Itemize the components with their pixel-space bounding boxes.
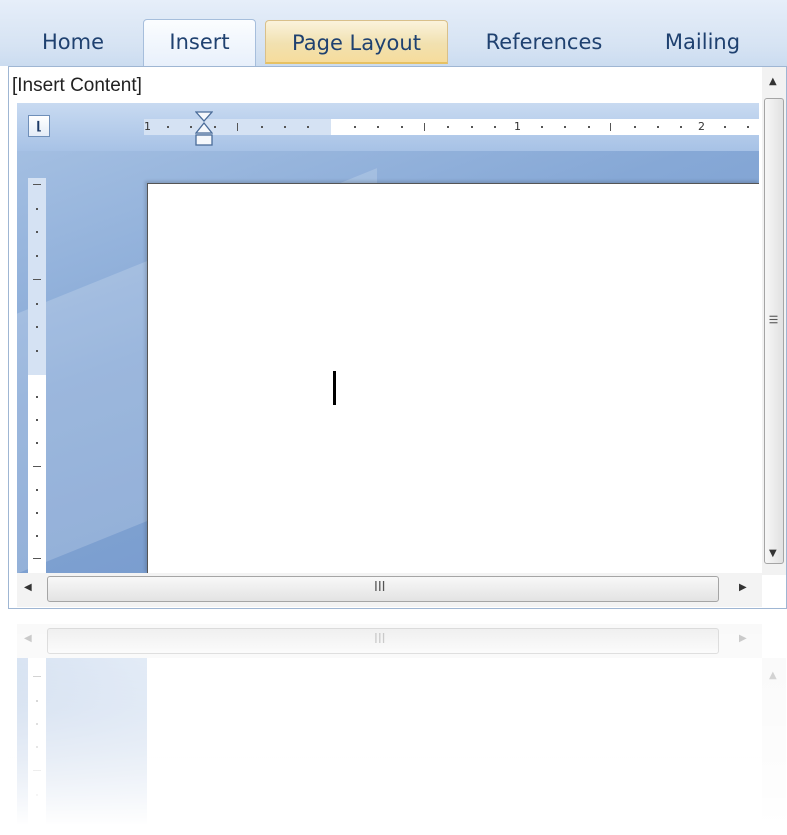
tab-page-layout[interactable]: Page Layout bbox=[265, 20, 448, 64]
tab-references[interactable]: References bbox=[464, 20, 624, 64]
ruler-tick bbox=[377, 126, 379, 128]
ruler-tick bbox=[36, 535, 38, 537]
ruler-tick bbox=[36, 512, 38, 514]
ruler-tick bbox=[634, 126, 636, 128]
ruler-tick bbox=[610, 123, 611, 131]
tab-mailing[interactable]: Mailing bbox=[640, 20, 765, 64]
ruler-tick bbox=[36, 396, 38, 398]
horizontal-ruler[interactable]: 1 1 2 bbox=[144, 119, 759, 135]
ribbon-tab-bar: Home Insert Page Layout References Maili… bbox=[0, 0, 787, 66]
ruler-tick bbox=[724, 126, 726, 128]
horizontal-scroll-thumb[interactable]: III bbox=[47, 576, 719, 602]
ruler-tick bbox=[36, 231, 38, 233]
ruler-tick bbox=[307, 126, 309, 128]
ruler-tick bbox=[33, 558, 41, 559]
document-page[interactable] bbox=[147, 183, 759, 573]
scroll-grip-icon: III bbox=[766, 314, 780, 325]
ruler-tick bbox=[354, 126, 356, 128]
ruler-tick bbox=[284, 126, 286, 128]
ruler-tick bbox=[447, 126, 449, 128]
mirror-reflection: ◀ III ▶ ▲ bbox=[8, 622, 787, 835]
ruler-tick bbox=[33, 279, 41, 280]
vertical-scroll-thumb[interactable]: III bbox=[764, 98, 784, 564]
ruler-tick bbox=[680, 126, 682, 128]
tab-insert[interactable]: Insert bbox=[143, 19, 256, 66]
ruler-tick bbox=[588, 126, 590, 128]
ruler-tick bbox=[36, 208, 38, 210]
ruler-tick bbox=[36, 442, 38, 444]
ruler-tick bbox=[237, 123, 238, 131]
ruler-tick bbox=[36, 489, 38, 491]
ruler-tick bbox=[564, 126, 566, 128]
ruler-tick bbox=[401, 126, 403, 128]
ruler-tick bbox=[190, 126, 192, 128]
text-cursor bbox=[333, 371, 336, 405]
tab-stop-selector-icon[interactable]: ⌊ bbox=[28, 115, 50, 137]
document-workspace: ⌊ 1 1 2 bbox=[17, 103, 759, 573]
ruler-tick bbox=[657, 126, 659, 128]
ruler-tick bbox=[33, 466, 41, 467]
reflection-fade bbox=[8, 622, 787, 835]
ruler-tick bbox=[36, 350, 38, 352]
ruler-tick bbox=[424, 123, 425, 131]
ruler-tick bbox=[33, 184, 41, 185]
ruler-tick bbox=[747, 126, 749, 128]
scroll-left-arrow-icon[interactable]: ◀ bbox=[24, 582, 32, 593]
scroll-up-arrow-icon[interactable]: ▲ bbox=[769, 76, 777, 87]
ruler-tick bbox=[36, 326, 38, 328]
scroll-grip-icon: III bbox=[374, 580, 386, 595]
ruler-tick bbox=[36, 303, 38, 305]
ruler-tick bbox=[167, 126, 169, 128]
content-placeholder-label: [Insert Content] bbox=[12, 75, 142, 96]
ruler-tick bbox=[541, 126, 543, 128]
ruler-number: 1 bbox=[144, 120, 151, 133]
ruler-number: 1 bbox=[514, 120, 521, 133]
horizontal-scrollbar[interactable]: ◀ III ▶ bbox=[17, 573, 762, 607]
ruler-number: 2 bbox=[698, 120, 705, 133]
scroll-right-arrow-icon[interactable]: ▶ bbox=[739, 582, 747, 593]
vertical-ruler[interactable] bbox=[28, 178, 46, 573]
tab-home[interactable]: Home bbox=[18, 20, 128, 64]
ruler-tick bbox=[36, 255, 38, 257]
indent-marker-icon[interactable] bbox=[195, 111, 213, 153]
scroll-down-arrow-icon[interactable]: ▼ bbox=[769, 548, 777, 559]
ruler-tick bbox=[471, 126, 473, 128]
ruler-tick bbox=[36, 419, 38, 421]
vertical-scrollbar[interactable]: ▲ III ▼ bbox=[762, 67, 786, 575]
ruler-tick bbox=[261, 126, 263, 128]
ruler-tick bbox=[494, 126, 496, 128]
ruler-tick bbox=[214, 126, 216, 128]
